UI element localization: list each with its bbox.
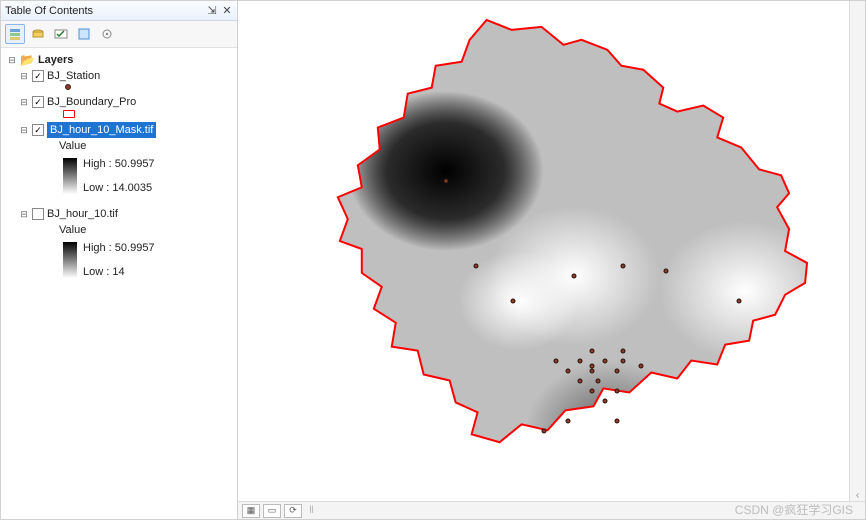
- station-point: [639, 364, 644, 369]
- pin-icon[interactable]: ⇲: [206, 5, 218, 17]
- station-point: [614, 369, 619, 374]
- toc-panel: Table Of Contents ⇲ ✕: [1, 1, 238, 519]
- polygon-outline-symbol: [63, 110, 75, 118]
- btn-selection[interactable]: [74, 24, 94, 44]
- value-label-row: Value: [7, 222, 235, 238]
- layer-label: BJ_hour_10.tif: [47, 206, 118, 222]
- layer-label: BJ_Boundary_Pro: [47, 94, 136, 110]
- station-point: [663, 269, 668, 274]
- checkbox[interactable]: [32, 96, 44, 108]
- station-point: [590, 369, 595, 374]
- map-view-tabs: ▦ ▭ ⟳ Ⅱ: [238, 501, 865, 519]
- station-point: [510, 299, 515, 304]
- value-label: Value: [59, 222, 86, 238]
- toc-tree[interactable]: ⊟ 📂 Layers ⊟ BJ_Station ⊟ BJ_Boundary_Pr…: [1, 48, 237, 519]
- high-label: High : 50.9957: [83, 240, 155, 256]
- layer-label-selected: BJ_hour_10_Mask.tif: [47, 122, 156, 138]
- low-label: Low : 14: [83, 264, 155, 280]
- station-point: [602, 359, 607, 364]
- station-point: [620, 264, 625, 269]
- station-point: [614, 389, 619, 394]
- station-point: [578, 359, 583, 364]
- layer-row-mask[interactable]: ⊟ BJ_hour_10_Mask.tif: [7, 122, 235, 138]
- tab-data-view[interactable]: ▦: [242, 504, 260, 518]
- map-vscroll[interactable]: ‹: [849, 1, 865, 501]
- toc-root[interactable]: ⊟ 📂 Layers: [7, 52, 235, 68]
- checkbox[interactable]: [32, 124, 44, 136]
- station-point: [565, 369, 570, 374]
- color-ramp: [63, 158, 77, 194]
- tab-layout-view[interactable]: ▭: [263, 504, 281, 518]
- toc-root-label: Layers: [38, 52, 73, 68]
- btn-visibility[interactable]: [51, 24, 71, 44]
- app-root: Table Of Contents ⇲ ✕: [0, 0, 866, 520]
- minus-icon[interactable]: ⊟: [19, 97, 29, 107]
- station-point: [614, 419, 619, 424]
- station-point: [590, 364, 595, 369]
- layers-icon: 📂: [20, 52, 35, 68]
- value-label: Value: [59, 138, 86, 154]
- ramp-row-mask: High : 50.9957 Low : 14.0035: [7, 156, 235, 196]
- station-point: [602, 399, 607, 404]
- ramp-row-hour10: High : 50.9957 Low : 14: [7, 240, 235, 280]
- low-label: Low : 14.0035: [83, 180, 155, 196]
- station-point: [590, 349, 595, 354]
- high-label: High : 50.9957: [83, 156, 155, 172]
- station-point: [565, 419, 570, 424]
- station-point: [737, 299, 742, 304]
- layer-label: BJ_Station: [47, 68, 100, 84]
- value-label-row: Value: [7, 138, 235, 154]
- scroll-arrow-icon[interactable]: ‹: [856, 490, 859, 501]
- map-svg: [238, 1, 849, 501]
- minus-icon[interactable]: ⊟: [19, 125, 29, 135]
- btn-source[interactable]: [28, 24, 48, 44]
- layer-row-station[interactable]: ⊟ BJ_Station: [7, 68, 235, 84]
- minus-icon[interactable]: ⊟: [19, 71, 29, 81]
- station-point: [620, 359, 625, 364]
- layer-row-boundary[interactable]: ⊟ BJ_Boundary_Pro: [7, 94, 235, 110]
- btn-drawing-order[interactable]: [5, 24, 25, 44]
- point-symbol: [65, 84, 71, 90]
- color-ramp: [63, 242, 77, 278]
- map-canvas[interactable]: [238, 1, 849, 501]
- checkbox[interactable]: [32, 70, 44, 82]
- tab-refresh[interactable]: ⟳: [284, 504, 302, 518]
- map-area: ‹ ▦ ▭ ⟳ Ⅱ CSDN @疯狂学习GIS: [238, 1, 865, 519]
- station-point: [578, 379, 583, 384]
- station-point: [620, 349, 625, 354]
- station-symbol-row: [7, 84, 235, 90]
- toc-toolbar: [1, 21, 237, 48]
- station-point: [553, 359, 558, 364]
- close-icon[interactable]: ✕: [221, 5, 233, 17]
- station-point: [590, 389, 595, 394]
- toc-titlebar[interactable]: Table Of Contents ⇲ ✕: [1, 1, 237, 21]
- btn-options[interactable]: [97, 24, 117, 44]
- station-point: [596, 379, 601, 384]
- pause-icon: Ⅱ: [309, 505, 314, 516]
- station-point: [572, 274, 577, 279]
- station-point: [541, 429, 546, 434]
- checkbox[interactable]: [32, 208, 44, 220]
- boundary-symbol-row: [7, 110, 235, 118]
- station-point: [443, 179, 448, 184]
- station-point: [474, 264, 479, 269]
- layer-row-hour10[interactable]: ⊟ BJ_hour_10.tif: [7, 206, 235, 222]
- minus-icon[interactable]: ⊟: [7, 55, 17, 65]
- toc-title-label: Table Of Contents: [5, 5, 93, 17]
- minus-icon[interactable]: ⊟: [19, 209, 29, 219]
